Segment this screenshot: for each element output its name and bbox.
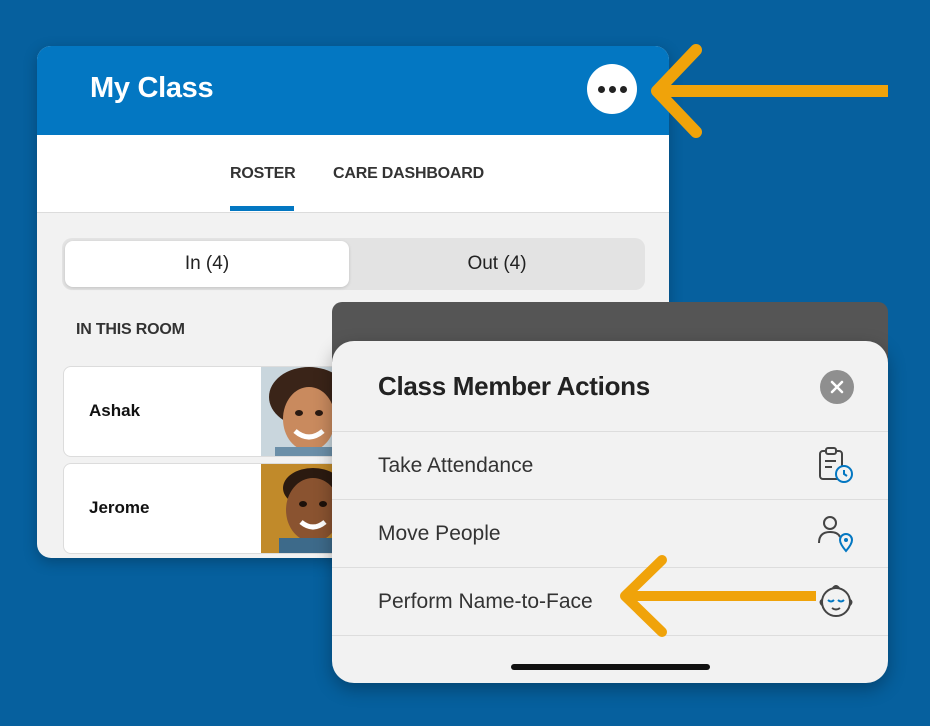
baby-face-icon [819,585,853,617]
sheet-footer [332,635,888,683]
action-label: Perform Name-to-Face [378,590,593,613]
action-take-attendance[interactable]: Take Attendance [332,431,888,499]
close-icon [830,380,844,394]
member-name: Ashak [89,401,141,420]
tab-roster[interactable]: ROSTER [230,165,296,183]
clipboard-clock-icon [819,447,853,483]
arrow-to-more-button [651,44,888,138]
section-label: IN THIS ROOM [76,321,185,338]
member-card-ashak[interactable]: Ashak [63,366,355,457]
active-tab-indicator [230,206,294,211]
close-button[interactable] [820,370,854,404]
ellipsis-icon [597,85,605,93]
more-options-button[interactable] [587,64,637,114]
segment-out[interactable]: Out (4) [352,241,642,287]
card-header: My Class [37,46,669,135]
action-label: Take Attendance [378,454,534,477]
person-location-icon [818,516,854,553]
tab-bar: ROSTER CARE DASHBOARD [37,135,669,213]
member-name: Jerome [89,498,150,517]
in-out-segmented-control: In (4) Out (4) [62,238,645,290]
page-title: My Class [90,72,214,104]
segment-in[interactable]: In (4) [65,241,349,287]
home-indicator [511,664,710,670]
arrow-to-name-to-face [620,555,816,637]
action-label: Move People [378,522,501,545]
tab-care-dashboard[interactable]: CARE DASHBOARD [333,165,484,183]
sheet-title: Class Member Actions [378,371,650,401]
member-card-jerome[interactable]: Jerome [63,463,355,554]
